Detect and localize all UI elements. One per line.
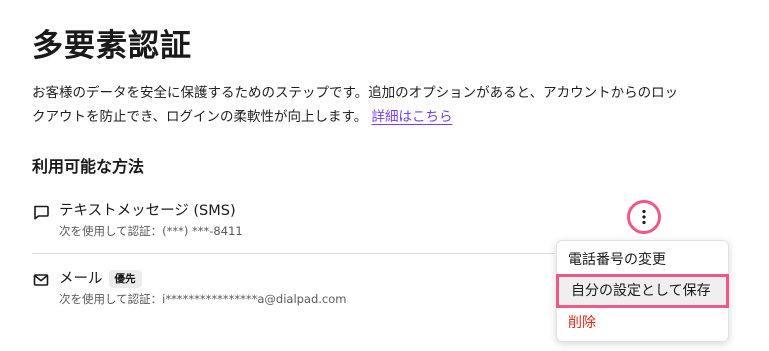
delete-method-item[interactable]: 削除 [557, 308, 728, 338]
page-title: 多要素認証 [32, 28, 192, 64]
preferred-badge: 優先 [108, 270, 142, 288]
description-text: お客様のデータを安全に保護するためのステップです。追加のオプションがあると、アカ… [32, 85, 679, 125]
method-sms-title: テキストメッセージ (SMS) [59, 200, 236, 222]
method-sms-detail: 次を使用して認証：(***) ***-8411 [59, 224, 243, 238]
message-bubble-icon [32, 203, 50, 221]
set-as-preferred-item[interactable]: 自分の設定として保存 [556, 274, 729, 308]
change-phone-number-item[interactable]: 電話番号の変更 [557, 245, 728, 275]
mfa-page: 多要素認証 お客様のデータを安全に保護するためのステップです。追加のオプションが… [0, 0, 769, 351]
learn-more-link[interactable]: 詳細はこちら [372, 109, 453, 125]
envelope-icon [32, 271, 50, 289]
method-email-label: メール [59, 271, 103, 287]
method-email-detail: 次を使用して認証：i****************a@dialpad.com [59, 292, 347, 306]
sms-options-menu: 電話番号の変更 自分の設定として保存 削除 [556, 240, 729, 342]
methods-divider [32, 253, 555, 254]
more-vertical-icon [642, 209, 646, 225]
method-email-title: メール 優先 [59, 268, 142, 290]
sms-options-button[interactable] [627, 200, 661, 234]
available-methods-heading: 利用可能な方法 [32, 157, 145, 176]
method-sms-label: テキストメッセージ (SMS) [59, 203, 236, 219]
page-description: お客様のデータを安全に保護するためのステップです。追加のオプションがあると、アカ… [32, 81, 682, 129]
